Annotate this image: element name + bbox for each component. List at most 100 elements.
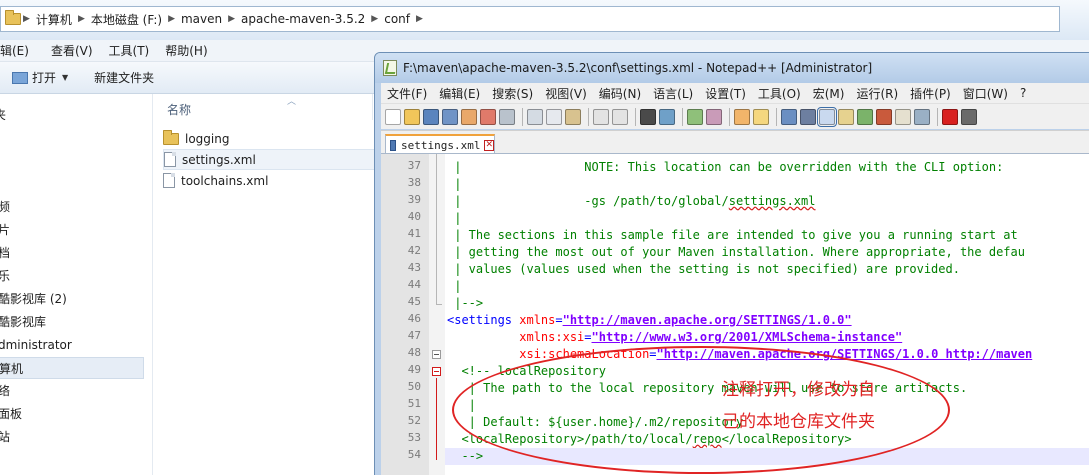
menu-edit[interactable]: 编辑(E) (433, 85, 486, 102)
zoom-out-icon[interactable] (706, 108, 722, 125)
menu-encoding[interactable]: 编码(N) (593, 85, 647, 102)
toolbar-separator (522, 107, 523, 126)
cut-icon[interactable] (527, 108, 543, 125)
open-button-label: 打开 (32, 71, 57, 85)
menu-tools[interactable]: 工具(O) (752, 85, 807, 102)
menu-run[interactable]: 运行(R) (850, 85, 904, 102)
menu-view[interactable]: 查看(V) (51, 42, 101, 59)
menu-help[interactable]: 帮助(H) (165, 42, 215, 59)
annotation-line-2: 己的本地仓库文件夹 (722, 412, 875, 432)
breadcrumb-apache-maven[interactable]: apache-maven-3.5.2 (237, 12, 369, 26)
sync-horizontal-icon[interactable] (753, 108, 769, 125)
stop-macro-icon[interactable] (961, 108, 977, 125)
file-row-settings[interactable]: settings.xml (163, 149, 378, 170)
line-number: 42 (407, 244, 421, 257)
xml-eq: = (584, 330, 592, 344)
new-file-icon[interactable] (385, 108, 401, 125)
chevron-right-icon[interactable]: ▶ (21, 14, 32, 24)
menu-edit[interactable]: 编辑(E) (0, 42, 37, 59)
udl-icon[interactable] (838, 108, 854, 125)
menu-plugins[interactable]: 插件(P) (904, 85, 957, 102)
file-row-toolchains[interactable]: toolchains.xml (163, 170, 378, 191)
xml-attr: xmlns:xsi (519, 330, 585, 344)
menu-file[interactable]: 文件(F) (381, 85, 433, 102)
fold-toggle-icon[interactable] (432, 350, 441, 359)
line-number: 51 (407, 397, 421, 410)
open-file-icon[interactable] (404, 108, 420, 125)
file-name: logging (185, 131, 230, 146)
find-icon[interactable] (640, 108, 656, 125)
breadcrumb-drive-f[interactable]: 本地磁盘 (F:) (87, 11, 166, 28)
column-header-name[interactable]: 名称 ︿ (153, 94, 373, 120)
menu-settings[interactable]: 设置(T) (699, 85, 752, 102)
save-icon[interactable] (423, 108, 439, 125)
breadcrumb-conf[interactable]: conf (380, 12, 414, 26)
code-text: <localRepository> (447, 432, 585, 446)
npp-tab-bar: settings.xml ✕ (381, 130, 1089, 154)
new-folder-button[interactable]: 新建文件夹 (94, 69, 154, 86)
close-file-icon[interactable] (461, 108, 477, 125)
nav-item[interactable]: 酷影视库 (2) (0, 288, 67, 310)
word-wrap-icon[interactable] (781, 108, 797, 125)
xml-eq: = (555, 313, 563, 327)
nav-item-computer[interactable]: 算机 (0, 357, 144, 379)
file-row-logging[interactable]: logging (163, 128, 378, 149)
redo-icon[interactable] (612, 108, 628, 125)
show-all-characters-icon[interactable] (800, 108, 816, 125)
chevron-right-icon[interactable]: ▶ (76, 14, 87, 24)
menu-search[interactable]: 搜索(S) (486, 85, 539, 102)
code-line-41: | The sections in this sample file are i… (447, 228, 1018, 242)
nav-item[interactable]: 面板 (0, 403, 22, 425)
chevron-right-icon[interactable]: ▶ (226, 14, 237, 24)
close-tab-icon[interactable]: ✕ (484, 139, 494, 151)
record-macro-icon[interactable] (942, 108, 958, 125)
open-button[interactable]: 打开 ▼ (12, 69, 68, 86)
menu-view[interactable]: 视图(V) (539, 85, 593, 102)
code-line-54-current: --> (445, 448, 1089, 465)
folder-as-workspace-icon[interactable] (895, 108, 911, 125)
notepad-plus-plus-icon (383, 60, 397, 76)
fold-toggle-icon[interactable] (432, 367, 441, 376)
close-all-icon[interactable] (480, 108, 496, 125)
nav-item[interactable]: dministrator (0, 334, 72, 356)
nav-item[interactable]: 乐 (0, 265, 10, 287)
menu-window[interactable]: 窗口(W) (957, 85, 1014, 102)
menu-macro[interactable]: 宏(M) (807, 85, 851, 102)
fold-end (436, 304, 442, 305)
copy-icon[interactable] (546, 108, 562, 125)
nav-item[interactable]: 片 (0, 219, 10, 241)
tab-settings-xml[interactable]: settings.xml ✕ (385, 134, 495, 154)
breadcrumb-computer[interactable]: 计算机 (32, 11, 76, 28)
xml-attr: xsi:schemaLocation (519, 347, 650, 361)
monitoring-icon[interactable] (914, 108, 930, 125)
indent-guide-icon[interactable] (817, 106, 837, 127)
npp-menubar: 文件(F) 编辑(E) 搜索(S) 视图(V) 编码(N) 语言(L) 设置(T… (381, 83, 1089, 103)
chevron-right-icon[interactable]: ▶ (414, 14, 425, 24)
npp-title-bar[interactable]: F:\maven\apache-maven-3.5.2\conf\setting… (375, 53, 1089, 83)
print-icon[interactable] (499, 108, 515, 125)
nav-item[interactable]: 络 (0, 380, 10, 402)
tab-label: settings.xml (400, 138, 481, 152)
chevron-right-icon[interactable]: ▶ (166, 14, 177, 24)
address-bar[interactable]: ▶ 计算机 ▶ 本地磁盘 (F:) ▶ maven ▶ apache-maven… (0, 6, 1060, 32)
doc-map-icon[interactable] (857, 108, 873, 125)
breadcrumb-maven[interactable]: maven (177, 12, 226, 26)
nav-item[interactable]: 站 (0, 426, 10, 448)
save-all-icon[interactable] (442, 108, 458, 125)
nav-item[interactable]: 频 (0, 196, 10, 218)
undo-icon[interactable] (593, 108, 609, 125)
line-number: 40 (407, 210, 421, 223)
paste-icon[interactable] (565, 108, 581, 125)
nav-item[interactable]: 夹 (0, 104, 6, 126)
menu-tools[interactable]: 工具(T) (109, 42, 158, 59)
nav-item[interactable]: 酷影视库 (0, 311, 46, 333)
chevron-right-icon[interactable]: ▶ (369, 14, 380, 24)
menu-help[interactable]: ? (1014, 86, 1032, 100)
replace-icon[interactable] (659, 108, 675, 125)
sync-vertical-icon[interactable] (734, 108, 750, 125)
function-list-icon[interactable] (876, 108, 892, 125)
nav-item[interactable]: 档 (0, 242, 10, 264)
zoom-in-icon[interactable] (687, 108, 703, 125)
menu-language[interactable]: 语言(L) (647, 85, 699, 102)
line-number: 48 (407, 346, 421, 359)
